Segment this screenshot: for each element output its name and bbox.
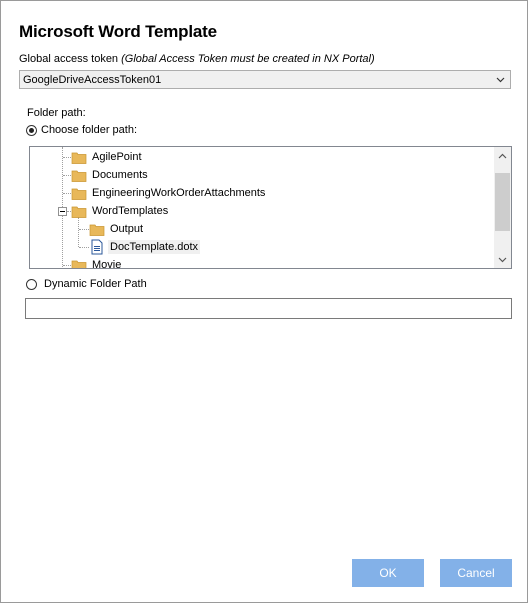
choose-folder-radio[interactable] xyxy=(26,124,37,136)
folder-tree[interactable]: AgilePoint Documents EngineeringWorkOrde… xyxy=(29,146,512,269)
tree-guide-line xyxy=(79,247,89,248)
tree-item-documents[interactable]: Documents xyxy=(71,167,150,183)
dynamic-folder-radio[interactable] xyxy=(26,278,37,290)
tree-item-wordtemplates[interactable]: WordTemplates xyxy=(71,203,170,219)
folder-icon xyxy=(71,188,87,200)
tree-vertical-scrollbar[interactable] xyxy=(494,147,511,268)
folder-tree-viewport: AgilePoint Documents EngineeringWorkOrde… xyxy=(30,147,494,268)
tree-guide-line xyxy=(79,229,89,230)
dynamic-folder-input[interactable] xyxy=(25,298,512,319)
tree-item-label[interactable]: Documents xyxy=(90,168,150,182)
token-dropdown-value: GoogleDriveAccessToken01 xyxy=(23,74,162,86)
document-icon xyxy=(91,239,103,255)
token-label-row: Global access token (Global Access Token… xyxy=(19,53,375,65)
choose-folder-option[interactable]: Choose folder path: xyxy=(26,124,137,136)
folder-path-label: Folder path: xyxy=(27,107,86,119)
token-dropdown[interactable]: GoogleDriveAccessToken01 xyxy=(19,70,511,89)
dynamic-folder-label[interactable]: Dynamic Folder Path xyxy=(44,278,147,290)
folder-icon xyxy=(71,170,87,182)
collapse-toggle[interactable] xyxy=(58,207,67,216)
tree-item-label[interactable]: AgilePoint xyxy=(90,150,144,164)
folder-open-icon xyxy=(71,206,87,218)
tree-item-movie[interactable]: Movie xyxy=(71,257,123,268)
scrollbar-thumb[interactable] xyxy=(495,173,510,231)
chevron-down-icon[interactable] xyxy=(493,72,508,87)
tree-item-label[interactable]: Output xyxy=(108,222,145,236)
token-hint: (Global Access Token must be created in … xyxy=(121,53,375,65)
cancel-button[interactable]: Cancel xyxy=(440,559,512,587)
scroll-down-icon[interactable] xyxy=(494,251,511,268)
folder-icon xyxy=(71,152,87,164)
folder-icon xyxy=(89,224,105,236)
tree-item-engineering[interactable]: EngineeringWorkOrderAttachments xyxy=(71,185,267,201)
scroll-up-icon[interactable] xyxy=(494,147,511,164)
tree-item-label[interactable]: Movie xyxy=(90,258,123,268)
tree-guide-line xyxy=(78,217,79,247)
tree-item-label[interactable]: DocTemplate.dotx xyxy=(108,240,201,254)
dynamic-folder-option[interactable]: Dynamic Folder Path xyxy=(26,278,147,290)
tree-item-label[interactable]: EngineeringWorkOrderAttachments xyxy=(90,186,267,200)
tree-item-label[interactable]: WordTemplates xyxy=(90,204,170,218)
dialog-title: Microsoft Word Template xyxy=(19,22,217,41)
ok-button[interactable]: OK xyxy=(352,559,424,587)
tree-item-output[interactable]: Output xyxy=(89,221,145,237)
folder-icon xyxy=(71,260,87,268)
token-label: Global access token xyxy=(19,53,119,65)
tree-item-agilepoint[interactable]: AgilePoint xyxy=(71,149,144,165)
choose-folder-label[interactable]: Choose folder path: xyxy=(41,124,137,136)
word-template-dialog: Microsoft Word Template Global access to… xyxy=(0,0,528,603)
tree-item-doctemplate[interactable]: DocTemplate.dotx xyxy=(89,239,201,255)
